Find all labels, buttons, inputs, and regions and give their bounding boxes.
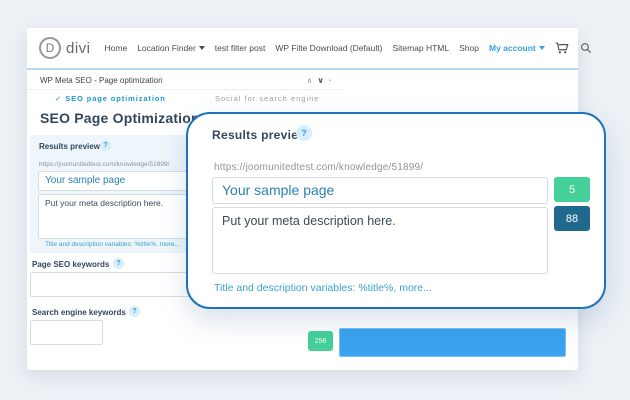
tab-seo-page-optimization[interactable]: ✓ SEO page optimization (55, 94, 166, 103)
cart-icon[interactable] (555, 42, 569, 54)
nav-menu: Home Location Finder test filter post WP… (105, 43, 545, 53)
nav-item-home[interactable]: Home (105, 43, 128, 53)
chevron-down-icon (539, 46, 545, 50)
search-engine-keywords-label: Search engine keywords (32, 308, 126, 317)
page-title: SEO Page Optimization (40, 110, 200, 126)
variables-link[interactable]: Title and description variables: %title%… (214, 282, 432, 294)
primary-action-button[interactable] (339, 328, 566, 357)
nav-item-my-account[interactable]: My account (489, 43, 545, 53)
move-up-icon[interactable]: ∧ (307, 76, 313, 85)
description-count-badge: 88 (554, 206, 590, 231)
preview-url: https://joomunitedtest.com/knowledge/518… (214, 162, 423, 173)
character-count-badge: 256 (308, 331, 333, 351)
search-icon[interactable] (580, 42, 592, 54)
variables-link[interactable]: Title and description variables: %title%… (45, 241, 180, 248)
nav-item-location-finder[interactable]: Location Finder (137, 43, 205, 53)
title-count-badge: 5 (554, 177, 590, 202)
tab-label: SEO page optimization (65, 94, 166, 103)
toggle-panel-icon[interactable]: ∨ (317, 76, 324, 85)
nav-item-test-filter-post[interactable]: test filter post (215, 43, 266, 53)
metabox-title: WP Meta SEO - Page optimization (40, 76, 163, 85)
results-preview-label: Results preview (39, 142, 100, 151)
nav-item-shop[interactable]: Shop (459, 43, 479, 53)
nav-icons (555, 42, 592, 54)
meta-title-input[interactable]: Your sample page (212, 177, 548, 204)
help-icon[interactable]: ? (129, 306, 140, 317)
drag-handle-icon[interactable]: ▪ (329, 78, 331, 84)
page-seo-keywords-label: Page SEO keywords (32, 260, 109, 269)
divi-logo-icon: D (39, 37, 61, 59)
check-icon: ✓ (55, 94, 62, 103)
divi-logo-text: divi (66, 40, 91, 57)
nav-item-sitemap-html[interactable]: Sitemap HTML (392, 43, 449, 53)
chevron-down-icon (199, 46, 205, 50)
results-preview-label: Results preview (212, 128, 308, 142)
top-navbar: D divi Home Location Finder test filter … (27, 28, 578, 70)
tab-social-for-search-engine[interactable]: Social for search engine (215, 94, 319, 103)
divi-logo[interactable]: D divi (39, 37, 91, 59)
nav-item-wp-file-download[interactable]: WP Filte Download (Default) (275, 43, 382, 53)
results-preview-callout: Results preview ? https://joomunitedtest… (186, 112, 606, 309)
help-icon[interactable]: ? (100, 140, 111, 151)
metabox-controls: ∧ ∨ ▪ (307, 76, 332, 85)
metabox-header: WP Meta SEO - Page optimization ∧ ∨ ▪ (27, 72, 345, 90)
search-engine-keywords-input[interactable] (30, 320, 103, 345)
preview-url: https://joomunitedtest.com/knowledge/518… (39, 161, 169, 168)
help-icon[interactable]: ? (296, 125, 312, 141)
help-icon[interactable]: ? (113, 258, 124, 269)
meta-description-input[interactable]: Put your meta description here. (212, 207, 548, 274)
